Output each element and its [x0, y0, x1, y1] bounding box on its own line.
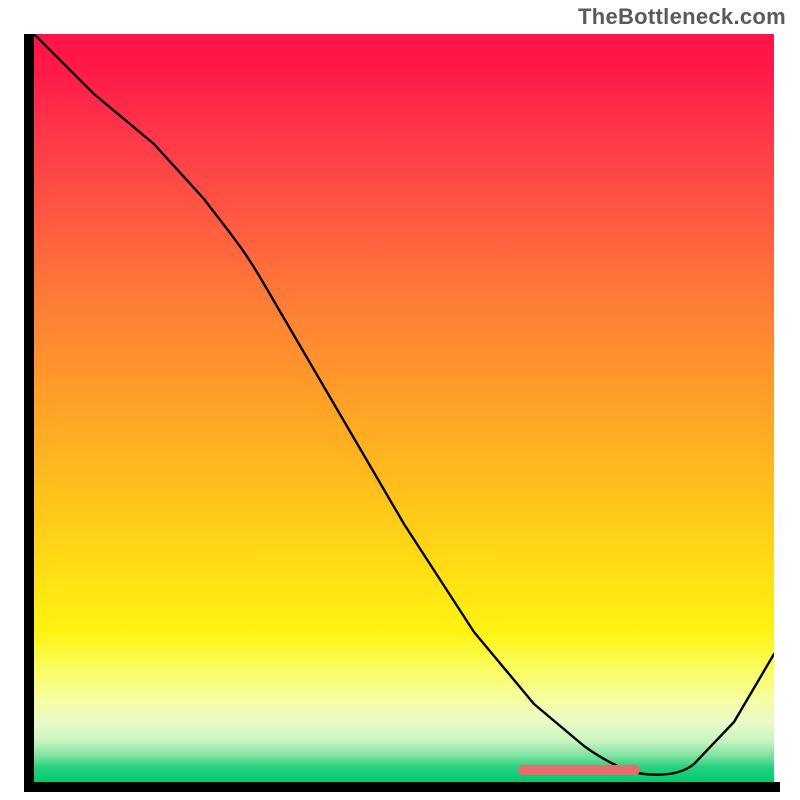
plot-area: [34, 34, 774, 782]
optimal-range-marker: [518, 765, 640, 775]
axis-origin: [24, 782, 34, 792]
watermark-text: TheBottleneck.com: [578, 4, 786, 30]
y-axis: [24, 34, 34, 782]
bottleneck-curve: [34, 34, 774, 782]
chart-container: { "watermark": "TheBottleneck.com", "col…: [0, 0, 800, 800]
curve-path: [34, 34, 774, 775]
x-axis: [24, 782, 780, 792]
